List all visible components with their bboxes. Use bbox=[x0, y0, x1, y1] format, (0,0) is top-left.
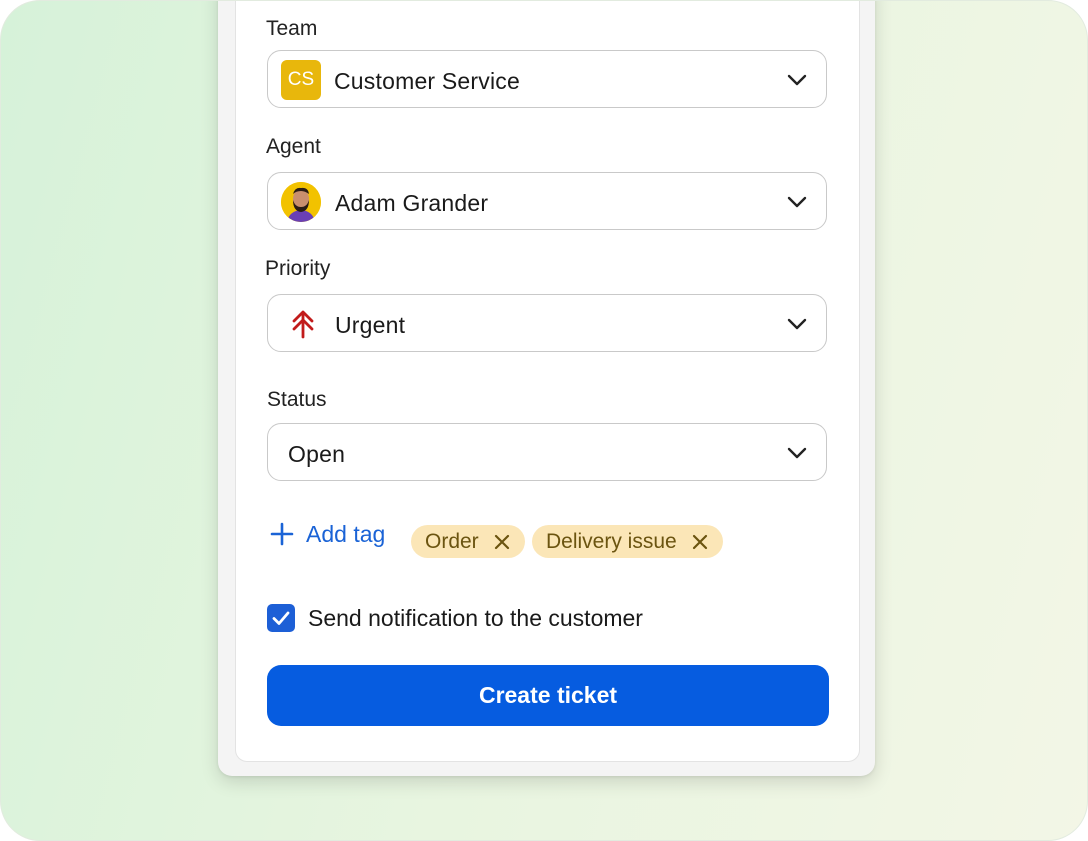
tag-order: Order bbox=[411, 525, 525, 558]
ticket-form: Team CS Customer Service Agent Adam Gran… bbox=[235, 1, 860, 762]
close-icon[interactable] bbox=[493, 533, 511, 551]
urgent-arrows-icon bbox=[292, 310, 314, 339]
agent-select[interactable]: Adam Grander bbox=[267, 172, 827, 230]
notify-label: Send notification to the customer bbox=[308, 605, 643, 631]
close-icon[interactable] bbox=[691, 533, 709, 551]
priority-select[interactable]: Urgent bbox=[267, 294, 827, 352]
chevron-down-icon bbox=[787, 74, 807, 86]
plus-icon bbox=[270, 522, 294, 546]
tag-label: Delivery issue bbox=[546, 529, 677, 553]
avatar bbox=[281, 182, 321, 222]
status-label: Status bbox=[267, 388, 327, 411]
team-badge: CS bbox=[281, 60, 321, 100]
chevron-down-icon bbox=[787, 318, 807, 330]
agent-value: Adam Grander bbox=[335, 190, 489, 216]
background: Team CS Customer Service Agent Adam Gran… bbox=[0, 0, 1088, 841]
notify-checkbox[interactable] bbox=[267, 604, 295, 632]
team-select[interactable]: CS Customer Service bbox=[267, 50, 827, 108]
checkmark-icon bbox=[272, 611, 290, 625]
priority-value: Urgent bbox=[335, 312, 406, 338]
tag-delivery-issue: Delivery issue bbox=[532, 525, 723, 558]
tag-label: Order bbox=[425, 529, 479, 553]
agent-label: Agent bbox=[266, 135, 321, 158]
chevron-down-icon bbox=[787, 447, 807, 459]
priority-label: Priority bbox=[265, 257, 331, 280]
team-label: Team bbox=[266, 17, 318, 40]
create-ticket-button[interactable]: Create ticket bbox=[267, 665, 829, 726]
status-value: Open bbox=[288, 441, 346, 467]
add-tag-button[interactable]: Add tag bbox=[270, 519, 385, 549]
status-select[interactable]: Open bbox=[267, 423, 827, 481]
ticket-form-card: Team CS Customer Service Agent Adam Gran… bbox=[218, 1, 875, 776]
add-tag-label: Add tag bbox=[306, 520, 386, 547]
team-value: Customer Service bbox=[334, 68, 520, 94]
chevron-down-icon bbox=[787, 196, 807, 208]
